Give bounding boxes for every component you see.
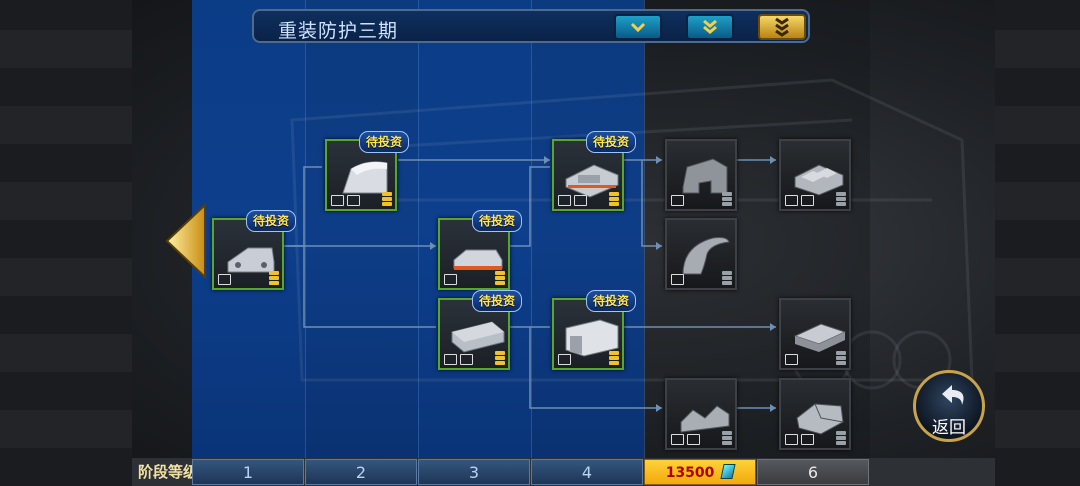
trapezoid-icon [558,354,571,365]
stack-icon [785,195,798,206]
stage-tab-4[interactable]: 4 [531,459,643,485]
stage-level-bar: 阶段等级 1 2 3 4 13500 6 [132,458,995,486]
cup-icon [671,195,684,206]
stage-tab-3[interactable]: 3 [418,459,530,485]
tech-node-n11[interactable] [779,298,851,370]
tech-node-n10[interactable] [779,139,851,211]
page-title: 重装防护三期 [278,20,399,42]
rank-chevrons-icon [609,191,619,206]
rank-chevrons-icon [609,350,619,365]
slash-icon [801,195,814,206]
card-icon [444,354,457,365]
left-arrow-icon[interactable] [163,203,207,279]
invest-badge: 待投资 [586,131,637,153]
rank-chevrons-icon [495,350,505,365]
back-button-label: 返回 [932,418,966,438]
bowl-icon [671,274,684,285]
triple-chevron-down-icon [775,17,789,37]
invest-badge: 待投资 [586,290,637,312]
rank-chevrons-icon [836,430,846,445]
trapezoid-icon [671,434,684,445]
back-button[interactable]: 返回 [913,370,985,442]
rank-chevrons-icon [722,270,732,285]
slash-icon [687,434,700,445]
collapse-two-button[interactable] [686,14,734,40]
stage-tab-1[interactable]: 1 [192,459,304,485]
tech-node-n2[interactable]: 待投资 [325,131,410,211]
crystal-icon [720,464,736,479]
rank-chevrons-icon [495,270,505,285]
invest-badge: 待投资 [359,131,410,153]
return-arrow-icon [942,385,964,405]
stage-tab-5-cost[interactable]: 13500 [644,459,756,485]
tech-node-n1[interactable]: 待投资 [212,210,297,290]
tech-node-n12[interactable] [779,378,851,450]
tech-node-n9[interactable] [665,378,737,450]
slash-icon [801,434,814,445]
stage-tab-6[interactable]: 6 [757,459,869,485]
invest-badge: 待投资 [472,290,523,312]
slash-icon [460,354,473,365]
tech-node-n4[interactable]: 待投资 [438,290,523,370]
rank-chevrons-icon [836,350,846,365]
collapse-one-button[interactable] [614,14,662,40]
rank-chevrons-icon [269,270,279,285]
tech-node-n6[interactable]: 待投资 [552,290,637,370]
double-chevron-down-icon [703,19,717,34]
tech-node-n3[interactable]: 待投资 [438,210,523,290]
chevron-down-icon [630,22,646,33]
rank-chevrons-icon [722,191,732,206]
cup-icon [574,195,587,206]
tech-node-n7[interactable] [665,139,737,211]
collapse-three-button[interactable] [758,14,806,40]
stage-cost-value: 13500 [665,465,715,481]
rank-chevrons-icon [836,191,846,206]
header-bar: 重装防护三期 [252,9,810,43]
invest-badge: 待投资 [472,210,523,232]
rank-chevrons-icon [722,430,732,445]
stack-icon [558,195,571,206]
stack-icon [785,434,798,445]
stage-tab-2[interactable]: 2 [305,459,417,485]
cup-icon [347,195,360,206]
rank-chevrons-icon [382,191,392,206]
stack-icon [785,354,798,365]
invest-badge: 待投资 [246,210,297,232]
tech-node-n8[interactable] [665,218,737,290]
right-background-strip [995,0,1080,486]
card-icon [331,195,344,206]
tech-node-n5[interactable]: 待投资 [552,131,637,211]
stack-icon [444,274,457,285]
card-icon [218,274,231,285]
left-background-strip [0,0,132,486]
